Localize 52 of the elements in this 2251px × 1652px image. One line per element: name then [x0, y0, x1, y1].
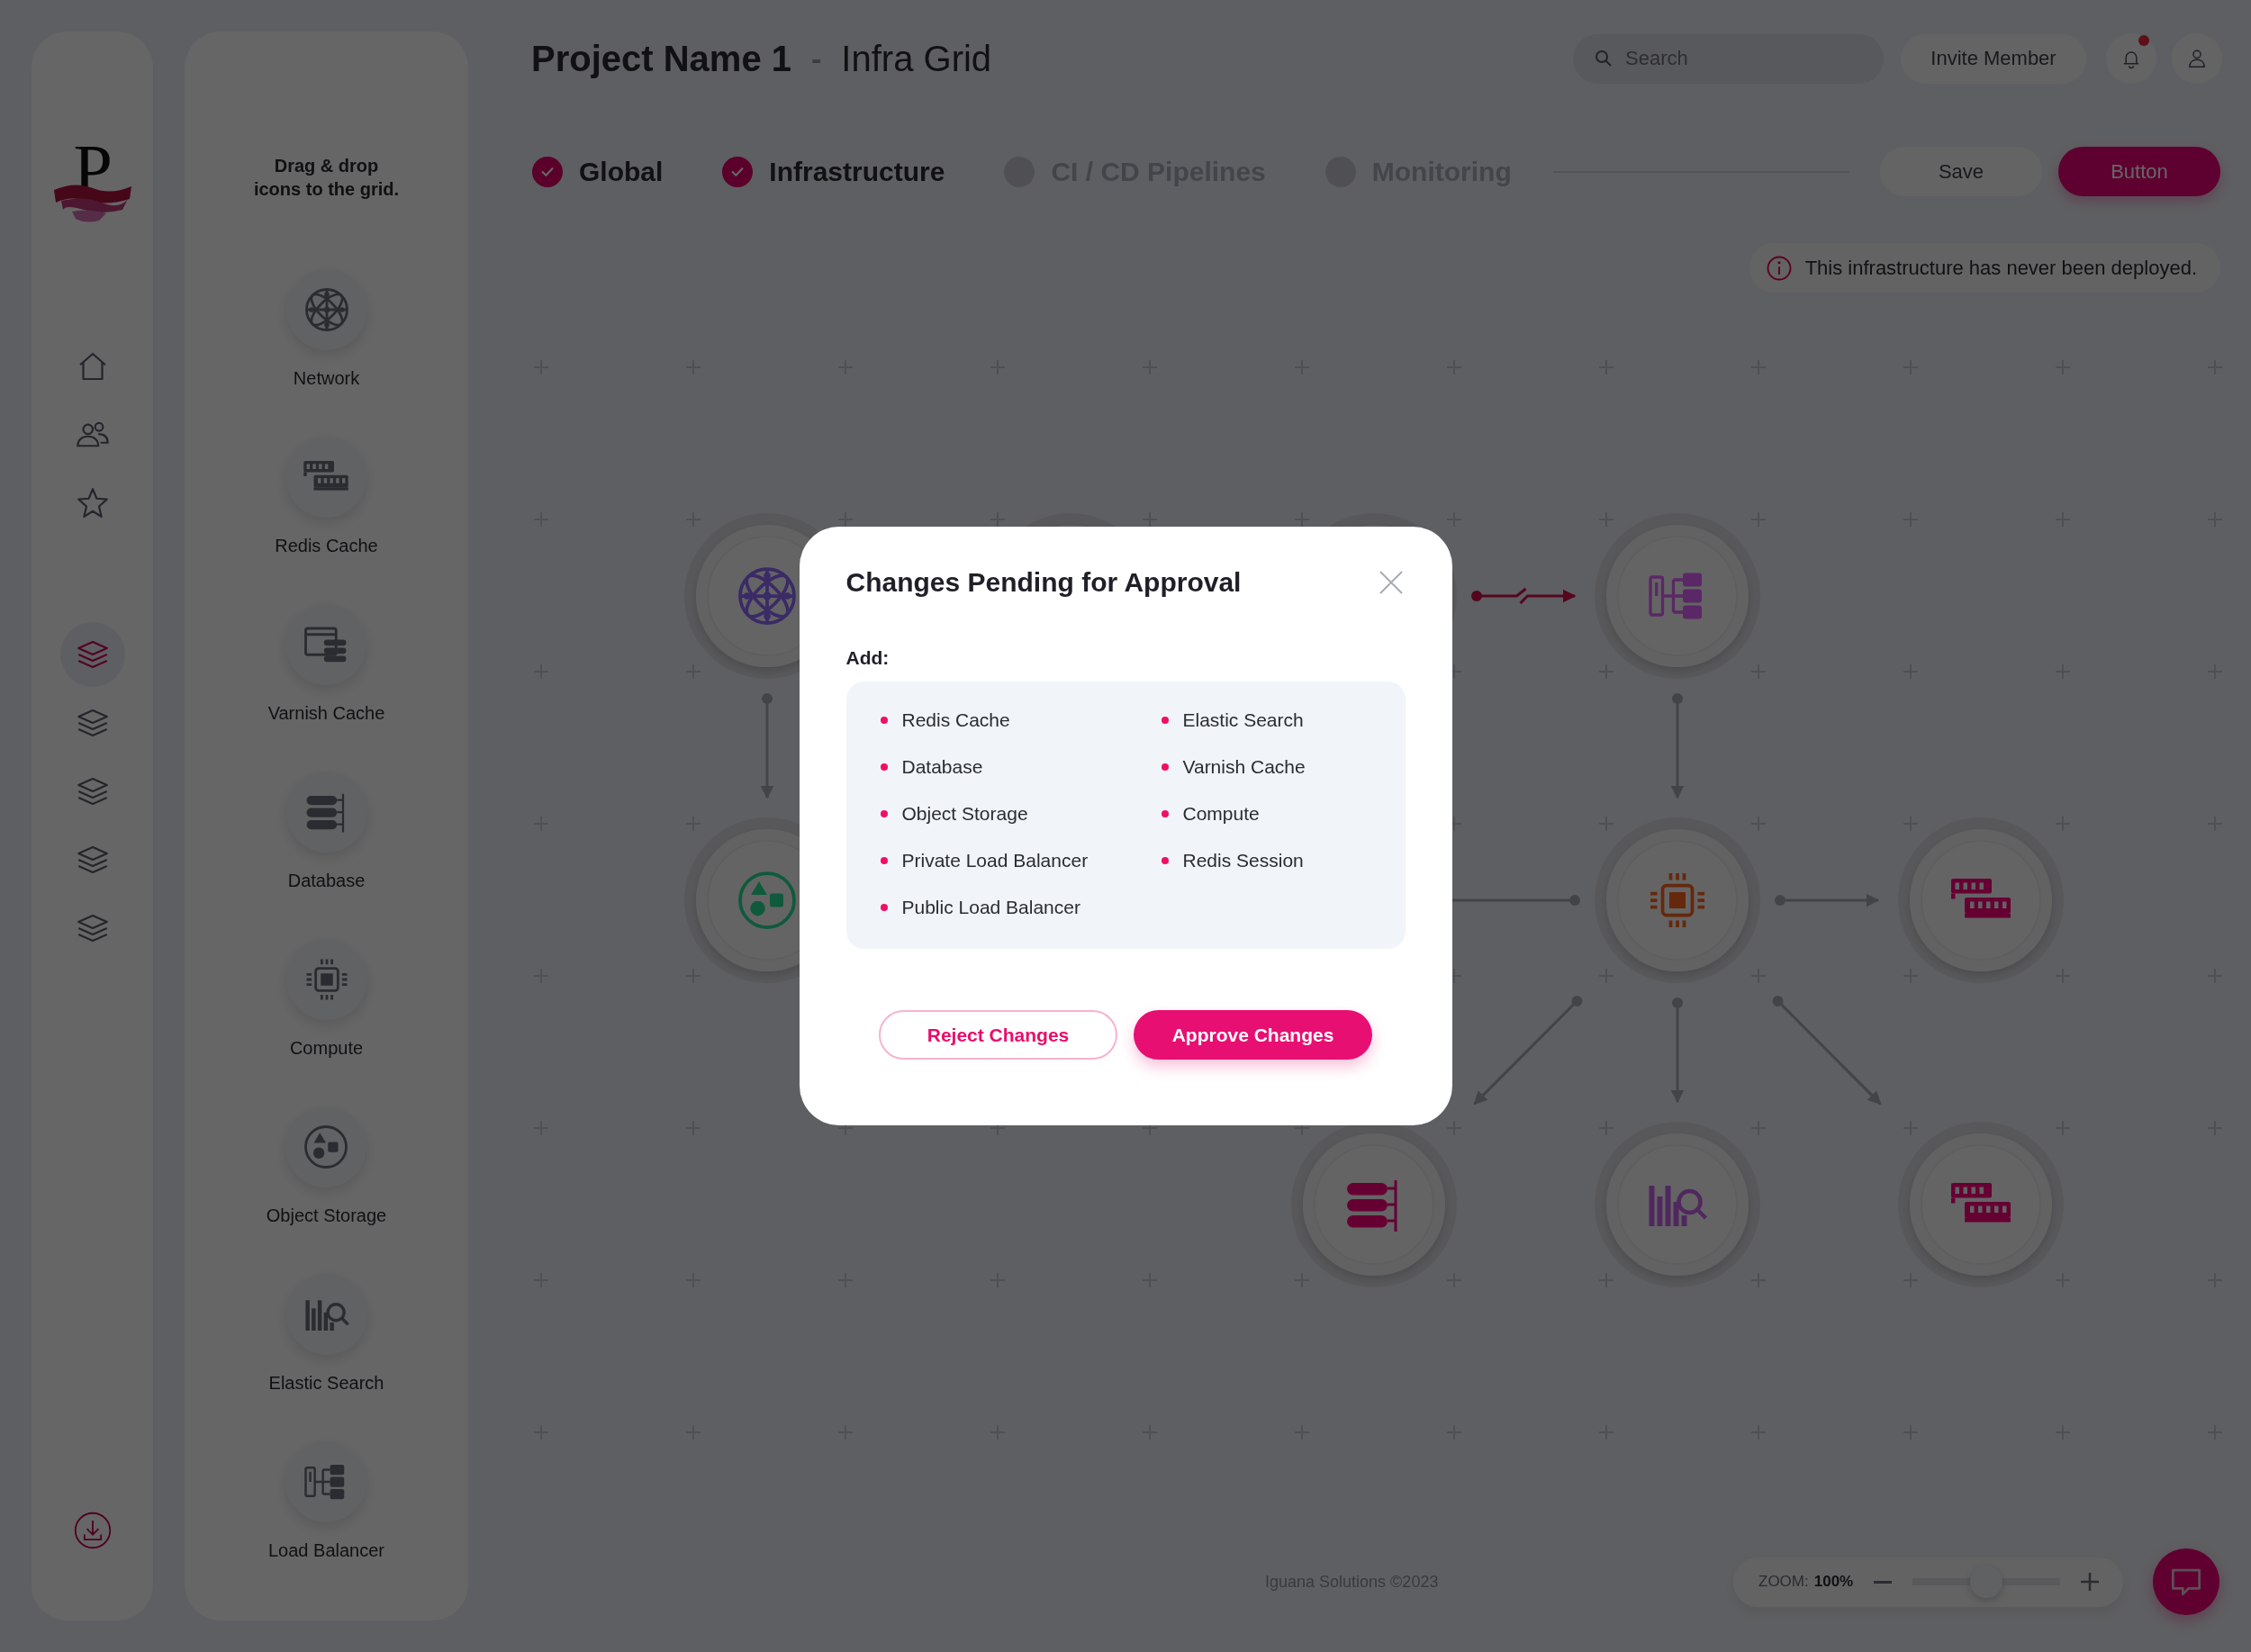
- bullet-dot: [1161, 857, 1169, 864]
- title-separator: -: [811, 41, 822, 77]
- invite-button[interactable]: Invite Member: [1901, 33, 2086, 84]
- step-tab[interactable]: Global: [579, 156, 664, 187]
- bullet-dot: [880, 717, 888, 724]
- bullet-dot: [880, 763, 888, 771]
- palette-label: Network: [293, 368, 360, 389]
- change-item: Object Storage: [901, 803, 1028, 825]
- diagram-node[interactable]: [1898, 817, 2064, 983]
- palette-label: Database: [287, 871, 366, 891]
- change-item: Elastic Search: [1182, 709, 1304, 731]
- page-subtitle: Infra Grid: [841, 38, 992, 79]
- bullet-dot: [1161, 717, 1169, 724]
- project-title: Project Name 1: [531, 38, 792, 79]
- diagram-node[interactable]: [1898, 1122, 2064, 1287]
- diagram-node[interactable]: [1595, 1122, 1760, 1287]
- bullet-dot: [880, 857, 888, 864]
- bullet-dot: [1161, 763, 1169, 771]
- change-item: Varnish Cache: [1182, 756, 1306, 778]
- change-item: Redis Cache: [901, 709, 1010, 731]
- info-icon: [1765, 254, 1793, 282]
- chat-button[interactable]: [2153, 1548, 2219, 1615]
- palette-label: Elastic Search: [268, 1373, 384, 1394]
- zoom-value: 100%: [1813, 1573, 1854, 1591]
- palette-label: Varnish Cache: [267, 703, 385, 724]
- reject-button[interactable]: Reject Changes: [879, 1010, 1117, 1060]
- instruction-text: Drag & drop icons to the grid.: [253, 155, 400, 201]
- diagram-node[interactable]: [1595, 817, 1760, 983]
- diagram-node[interactable]: [1595, 513, 1760, 679]
- palette-label: Compute: [289, 1038, 364, 1059]
- bullet-dot: [1161, 810, 1169, 817]
- palette-label: Redis Cache: [275, 536, 378, 556]
- download-icon: [72, 1511, 113, 1550]
- change-item: Compute: [1182, 803, 1260, 825]
- bullet-dot: [880, 810, 888, 817]
- change-item: Redis Session: [1182, 850, 1304, 871]
- palette-label: Load Balancer: [268, 1540, 384, 1561]
- section-label: Add:: [845, 647, 890, 669]
- minus-icon: [1874, 1580, 1892, 1584]
- zoom-label: ZOOM:: [1758, 1573, 1809, 1591]
- step-tab[interactable]: Infrastructure: [769, 156, 945, 187]
- info-text: This infrastructure has never been deployed.: [1804, 256, 2197, 280]
- save-button[interactable]: Save: [1880, 147, 2042, 196]
- change-item: Database: [901, 756, 983, 778]
- change-item: Private Load Balancer: [901, 850, 1089, 871]
- palette-label: Object Storage: [266, 1205, 387, 1226]
- modal-title: Changes Pending for Approval: [845, 567, 1242, 598]
- bullet-dot: [880, 904, 888, 911]
- change-item: Public Load Balancer: [901, 897, 1080, 918]
- primary-button[interactable]: Button: [2058, 147, 2220, 196]
- approve-button[interactable]: Approve Changes: [1134, 1010, 1372, 1060]
- plus-icon: [2079, 1571, 2102, 1593]
